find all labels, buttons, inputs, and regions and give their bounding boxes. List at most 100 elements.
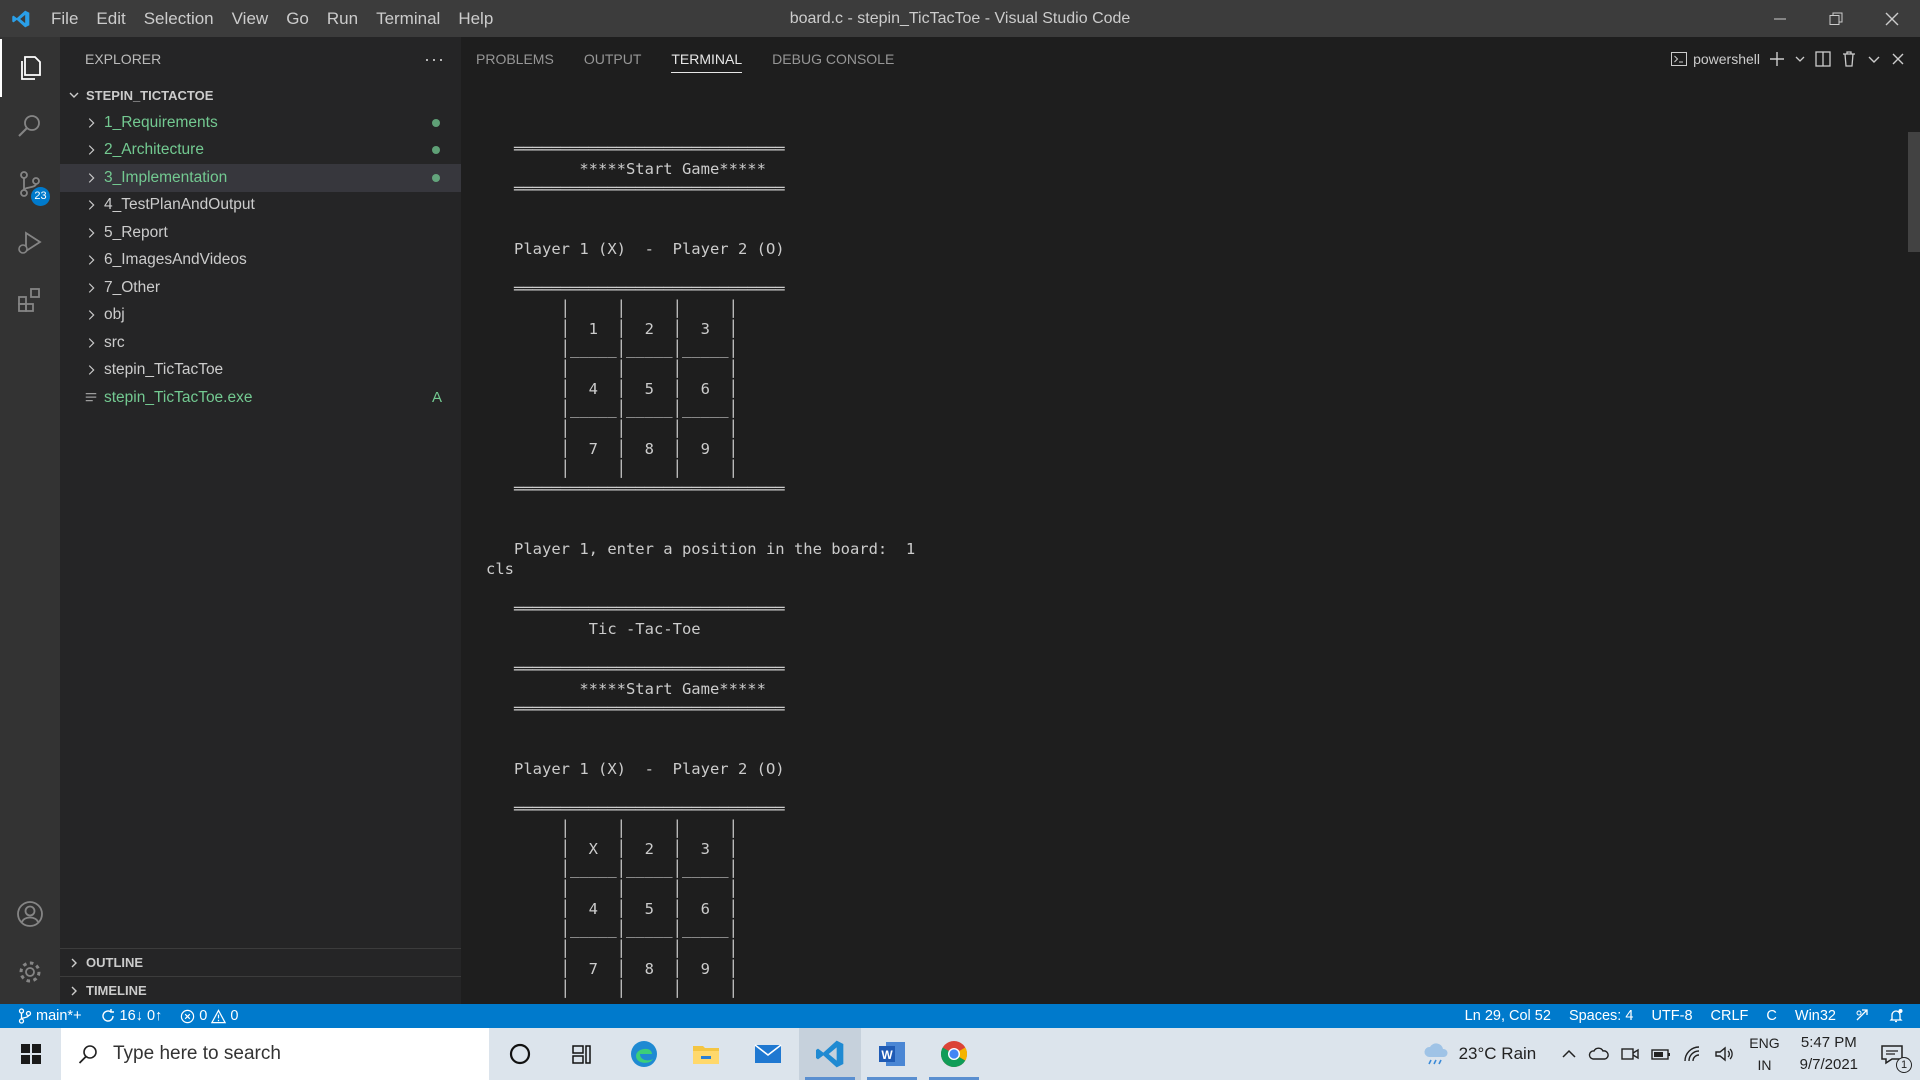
folder-item[interactable]: 1_Requirements (60, 109, 461, 137)
outline-label: OUTLINE (86, 955, 144, 970)
notifications-bell-icon[interactable] (1879, 1004, 1920, 1028)
menu-selection[interactable]: Selection (135, 0, 223, 37)
menu-edit[interactable]: Edit (87, 0, 134, 37)
panel-actions: powershell (1670, 37, 1906, 81)
split-terminal-icon[interactable] (1814, 47, 1832, 71)
menu-terminal[interactable]: Terminal (367, 0, 449, 37)
terminal-selector[interactable]: powershell (1670, 47, 1760, 71)
vscode-taskbar-icon[interactable] (799, 1028, 861, 1080)
language-mode[interactable]: C (1757, 1004, 1785, 1028)
minimize-icon[interactable] (1752, 0, 1808, 37)
cortana-icon[interactable] (489, 1028, 551, 1080)
line-ending[interactable]: CRLF (1702, 1004, 1758, 1028)
menu-file[interactable]: File (42, 0, 87, 37)
onedrive-cloud-icon[interactable] (1583, 1045, 1615, 1063)
maximize-panel-icon[interactable] (1866, 47, 1882, 71)
battery-icon[interactable] (1645, 1045, 1677, 1063)
settings-gear-icon[interactable] (0, 943, 60, 1001)
explorer-icon[interactable] (0, 39, 60, 97)
notification-center-icon[interactable]: 1 (1870, 1043, 1920, 1073)
terminal-line: │ │ │ │ (486, 820, 738, 838)
close-window-icon[interactable] (1864, 0, 1920, 37)
sync-indicator[interactable]: 16↓ 0↑ (91, 1004, 172, 1028)
menu-help[interactable]: Help (449, 0, 502, 37)
terminal-line: ═════════════════════════════ (486, 600, 785, 618)
file-item[interactable]: stepin_TicTacToe.exe A (60, 384, 461, 412)
meet-now-icon[interactable] (1615, 1045, 1645, 1063)
close-panel-icon[interactable] (1890, 47, 1906, 71)
terminal-line: Player 1 (X) - Player 2 (O) (486, 240, 785, 258)
branch-indicator[interactable]: main*+ (0, 1004, 91, 1028)
more-actions-icon[interactable]: ··· (424, 49, 445, 70)
git-modified-dot (432, 118, 440, 127)
folder-item[interactable]: 2_Architecture (60, 137, 461, 165)
folder-item[interactable]: stepin_TicTacToe (60, 357, 461, 385)
tab-debug-console[interactable]: DEBUG CONSOLE (757, 37, 909, 81)
taskbar-search[interactable]: Type here to search (61, 1028, 489, 1080)
timeline-section[interactable]: TIMELINE (60, 976, 461, 1004)
run-debug-icon[interactable] (0, 213, 60, 271)
project-root[interactable]: STEPIN_TICTACTOE (60, 81, 461, 109)
edge-icon[interactable] (613, 1028, 675, 1080)
chevron-up-icon[interactable] (1555, 1045, 1583, 1063)
folder-item[interactable]: 3_Implementation (60, 164, 461, 192)
chrome-icon[interactable] (923, 1028, 985, 1080)
folder-item[interactable]: obj (60, 302, 461, 330)
chevron-right-icon (82, 143, 100, 157)
task-view-icon[interactable] (551, 1028, 613, 1080)
terminal-scrollbar[interactable] (1908, 132, 1920, 252)
indentation[interactable]: Spaces: 4 (1560, 1004, 1643, 1028)
terminal-line: ═════════════════════════════ (486, 800, 785, 818)
panel-tabs: PROBLEMS OUTPUT TERMINAL DEBUG CONSOLE (461, 37, 909, 81)
terminal-line: │ │ │ │ (486, 460, 738, 478)
wifi-icon[interactable] (1677, 1045, 1709, 1063)
configuration[interactable]: Win32 (1786, 1004, 1845, 1028)
extensions-icon[interactable] (0, 271, 60, 329)
menu-run[interactable]: Run (318, 0, 367, 37)
file-explorer-icon[interactable] (675, 1028, 737, 1080)
folder-item[interactable]: 6_ImagesAndVideos (60, 247, 461, 275)
trash-icon[interactable] (1840, 47, 1858, 71)
chevron-down-icon[interactable] (1794, 47, 1806, 71)
start-button[interactable] (0, 1028, 61, 1080)
clock[interactable]: 5:47 PM 9/7/2021 (1788, 1032, 1870, 1076)
tree-item-label: 4_TestPlanAndOutput (104, 196, 255, 214)
tab-problems[interactable]: PROBLEMS (461, 37, 569, 81)
new-terminal-icon[interactable] (1768, 47, 1786, 71)
mail-icon[interactable] (737, 1028, 799, 1080)
feedback-icon[interactable] (1845, 1004, 1879, 1028)
terminal-output[interactable]: ═════════════════════════════ *****Start… (486, 119, 1866, 999)
account-icon[interactable] (0, 885, 60, 943)
encoding[interactable]: UTF-8 (1642, 1004, 1701, 1028)
terminal-line: │ 4 │ 5 │ 6 │ (486, 900, 738, 918)
terminal-icon (1671, 52, 1688, 66)
weather-widget[interactable]: 23°C Rain (1416, 1042, 1542, 1066)
source-control-icon[interactable]: 23 (0, 155, 60, 213)
terminal-panel: PROBLEMS OUTPUT TERMINAL DEBUG CONSOLE p… (461, 37, 1920, 1004)
menu-go[interactable]: Go (277, 0, 318, 37)
folder-item[interactable]: 4_TestPlanAndOutput (60, 192, 461, 220)
problems-indicator[interactable]: 0 0 (171, 1004, 247, 1028)
volume-icon[interactable] (1709, 1045, 1741, 1063)
activity-bar: 23 (0, 37, 60, 1004)
input-language[interactable]: ENG IN (1741, 1032, 1787, 1076)
cursor-position[interactable]: Ln 29, Col 52 (1456, 1004, 1560, 1028)
folder-item[interactable]: src (60, 329, 461, 357)
tab-output[interactable]: OUTPUT (569, 37, 657, 81)
restore-icon[interactable] (1808, 0, 1864, 37)
project-name: STEPIN_TICTACTOE (86, 87, 214, 103)
tab-terminal[interactable]: TERMINAL (656, 37, 757, 81)
terminal-line: │ │ │ │ (486, 420, 738, 438)
menu-view[interactable]: View (223, 0, 278, 37)
search-icon[interactable] (0, 97, 60, 155)
timeline-label: TIMELINE (86, 983, 147, 998)
terminal-line: cls (486, 560, 514, 578)
word-icon[interactable]: W (861, 1028, 923, 1080)
warning-icon (211, 1008, 227, 1023)
outline-section[interactable]: OUTLINE (60, 948, 461, 976)
folder-item[interactable]: 7_Other (60, 274, 461, 302)
folder-item[interactable]: 5_Report (60, 219, 461, 247)
